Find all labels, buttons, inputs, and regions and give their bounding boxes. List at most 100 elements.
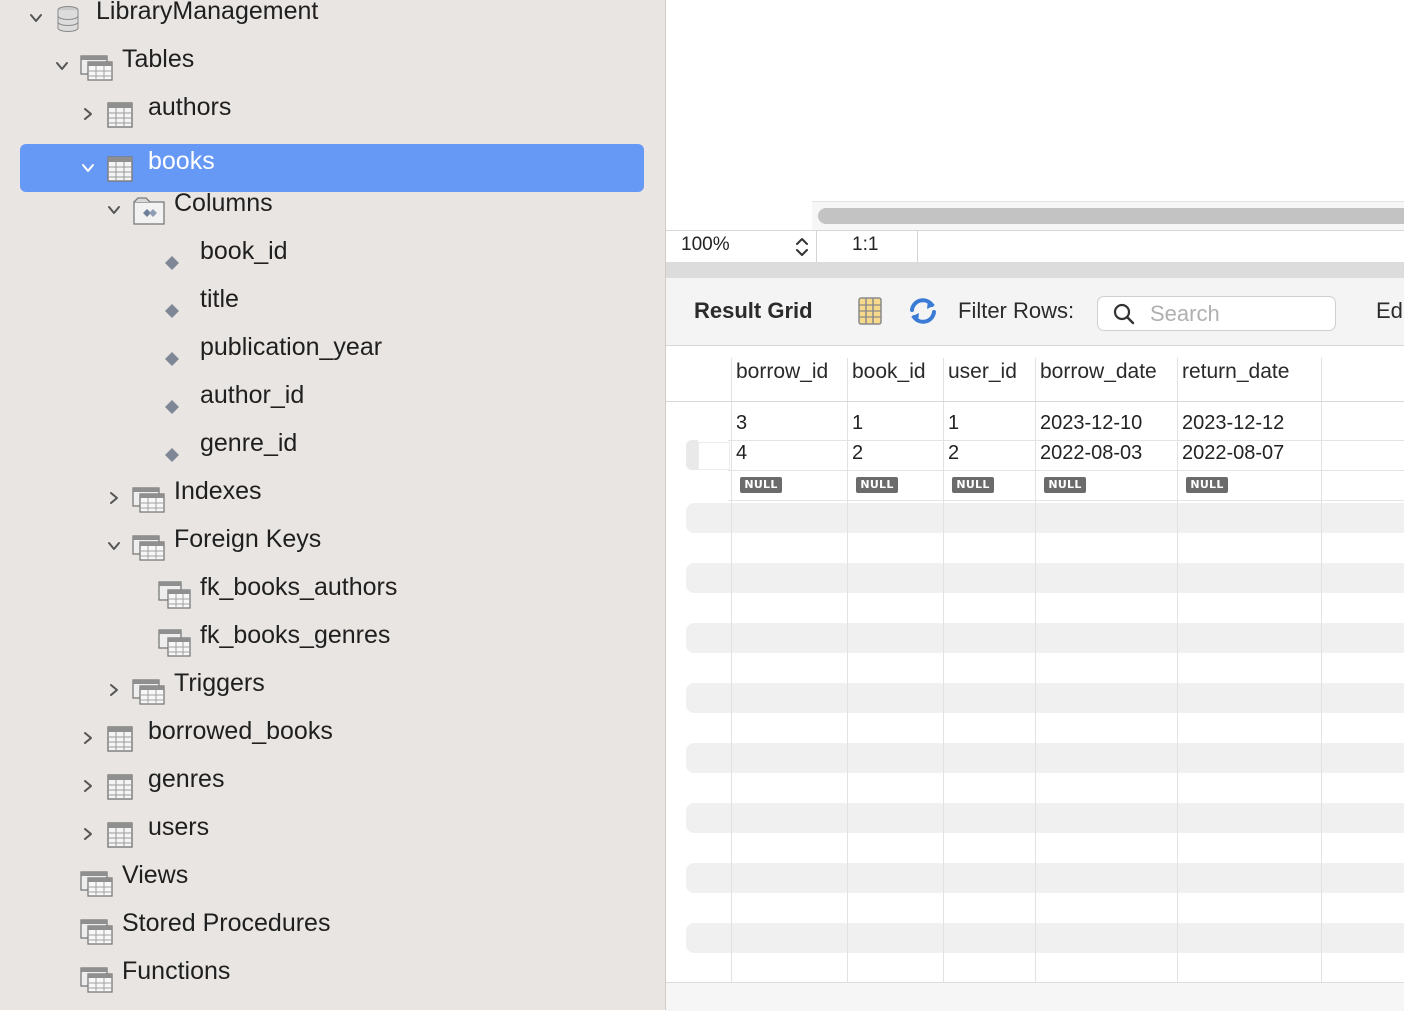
- column-divider[interactable]: [1177, 358, 1178, 982]
- tree-item-books[interactable]: books: [0, 144, 665, 192]
- result-toolbar: Result Grid Filter Rows: Ed: [666, 278, 1404, 346]
- folder-columns-icon: [132, 196, 166, 226]
- row-selector[interactable]: [698, 442, 730, 470]
- tree-item-col-book_id[interactable]: book_id: [0, 234, 665, 282]
- grid-cell[interactable]: 2: [948, 442, 959, 465]
- empty-row-stripe: [686, 863, 1404, 893]
- tree-item-schema[interactable]: LibraryManagement: [0, 0, 665, 42]
- column-diamond-icon: [158, 292, 192, 322]
- chevron-down-icon[interactable]: [50, 52, 74, 80]
- sql-editor-area[interactable]: [666, 0, 1404, 230]
- tree-item-label: authors: [148, 93, 232, 121]
- tree-item-label: Tables: [122, 45, 195, 73]
- folder-table-icon: [80, 52, 114, 82]
- column-divider[interactable]: [1035, 358, 1036, 982]
- tree-item-fk-books-authors[interactable]: fk_books_authors: [0, 570, 665, 618]
- tree-item-views[interactable]: Views: [0, 858, 665, 906]
- grid-cell[interactable]: 2: [852, 442, 863, 465]
- chevron-down-icon[interactable]: [102, 532, 126, 560]
- zoom-select[interactable]: 100%: [666, 231, 817, 262]
- horizontal-scrollbar-thumb[interactable]: [818, 208, 1404, 224]
- tree-item-columns[interactable]: Columns: [0, 186, 665, 234]
- tree-item-authors[interactable]: authors: [0, 90, 665, 138]
- chevron-right-icon[interactable]: [76, 772, 100, 800]
- column-divider[interactable]: [943, 358, 944, 982]
- row-divider: [728, 440, 1404, 441]
- null-badge[interactable]: NULL: [1186, 477, 1228, 493]
- schema-navigator: LibraryManagement Tables authors books Colum…: [0, 0, 666, 1010]
- edit-label[interactable]: Ed: [1376, 298, 1403, 324]
- tree-item-triggers[interactable]: Triggers: [0, 666, 665, 714]
- null-badge[interactable]: NULL: [952, 477, 994, 493]
- refresh-icon[interactable]: [906, 296, 940, 326]
- result-grid-tab[interactable]: Result Grid: [694, 298, 813, 324]
- tree-item-col-genre_id[interactable]: genre_id: [0, 426, 665, 474]
- table-icon: [106, 724, 140, 754]
- column-header-book_id[interactable]: book_id: [852, 360, 926, 384]
- grid-layout-icon[interactable]: [856, 296, 884, 326]
- filter-rows-label: Filter Rows:: [958, 298, 1075, 323]
- folder-table-icon: [80, 964, 114, 994]
- result-grid-footer: [666, 982, 1404, 1011]
- tree-item-stored-procedures[interactable]: Stored Procedures: [0, 906, 665, 954]
- column-header-return_date[interactable]: return_date: [1182, 360, 1289, 384]
- chevron-down-icon[interactable]: [76, 154, 100, 182]
- tree-item-fk-books-genres[interactable]: fk_books_genres: [0, 618, 665, 666]
- tree-item-label: Views: [122, 861, 189, 889]
- tree-item-borrowed_books[interactable]: borrowed_books: [0, 714, 665, 762]
- up-down-stepper-icon[interactable]: [792, 234, 812, 260]
- grid-cell[interactable]: 1: [852, 412, 863, 435]
- zoom-value: 100%: [681, 234, 730, 255]
- tree-item-tables[interactable]: Tables: [0, 42, 665, 90]
- header-divider: [666, 401, 1404, 402]
- panel-splitter[interactable]: [666, 262, 1404, 278]
- tree-item-label: fk_books_genres: [200, 621, 391, 649]
- grid-cell[interactable]: 2023-12-12: [1182, 412, 1284, 435]
- chevron-right-icon[interactable]: [102, 676, 126, 704]
- column-header-borrow_id[interactable]: borrow_id: [736, 360, 828, 384]
- tree-item-indexes[interactable]: Indexes: [0, 474, 665, 522]
- folder-table-icon: [132, 484, 166, 514]
- grid-cell[interactable]: 3: [736, 412, 747, 435]
- column-divider[interactable]: [847, 358, 848, 982]
- chevron-right-icon[interactable]: [76, 100, 100, 128]
- column-divider[interactable]: [731, 358, 732, 982]
- grid-cell[interactable]: 2023-12-10: [1040, 412, 1142, 435]
- tree-item-label: Indexes: [174, 477, 262, 505]
- tree-item-label: Functions: [122, 957, 231, 985]
- chevron-down-icon[interactable]: [24, 4, 48, 32]
- grid-cell[interactable]: 2022-08-03: [1040, 442, 1142, 465]
- tree-item-users[interactable]: users: [0, 810, 665, 858]
- null-badge[interactable]: NULL: [740, 477, 782, 493]
- null-badge[interactable]: NULL: [1044, 477, 1086, 493]
- null-badge[interactable]: NULL: [856, 477, 898, 493]
- tree-item-foreign-keys[interactable]: Foreign Keys: [0, 522, 665, 570]
- tree-item-genres[interactable]: genres: [0, 762, 665, 810]
- table-icon: [106, 154, 140, 184]
- cursor-position: 1:1: [817, 231, 918, 262]
- filter-rows-input[interactable]: [1148, 300, 1332, 328]
- column-divider[interactable]: [1321, 358, 1322, 982]
- grid-cell[interactable]: 2022-08-07: [1182, 442, 1284, 465]
- editor-status-bar: 100% 1:1: [666, 230, 1404, 263]
- grid-cell[interactable]: 1: [948, 412, 959, 435]
- tree-item-col-publication_year[interactable]: publication_year: [0, 330, 665, 378]
- table-icon: [106, 100, 140, 130]
- result-grid[interactable]: borrow_id book_id user_id borrow_date return…: [666, 346, 1404, 982]
- chevron-right-icon[interactable]: [102, 484, 126, 512]
- tree-item-label: fk_books_authors: [200, 573, 398, 601]
- tree-item-functions[interactable]: Functions: [0, 954, 665, 1002]
- chevron-right-icon[interactable]: [76, 820, 100, 848]
- grid-cell[interactable]: 4: [736, 442, 747, 465]
- chevron-down-icon[interactable]: [102, 196, 126, 224]
- row-divider: [728, 470, 1404, 471]
- tree-item-col-author_id[interactable]: author_id: [0, 378, 665, 426]
- empty-row-stripe: [686, 563, 1404, 593]
- cursor-position-value: 1:1: [852, 234, 879, 255]
- tree-item-col-title[interactable]: title: [0, 282, 665, 330]
- column-header-borrow_date[interactable]: borrow_date: [1040, 360, 1157, 384]
- column-header-user_id[interactable]: user_id: [948, 360, 1017, 384]
- empty-row-stripe: [686, 803, 1404, 833]
- chevron-right-icon[interactable]: [76, 724, 100, 752]
- filter-rows-search-box[interactable]: [1097, 296, 1336, 331]
